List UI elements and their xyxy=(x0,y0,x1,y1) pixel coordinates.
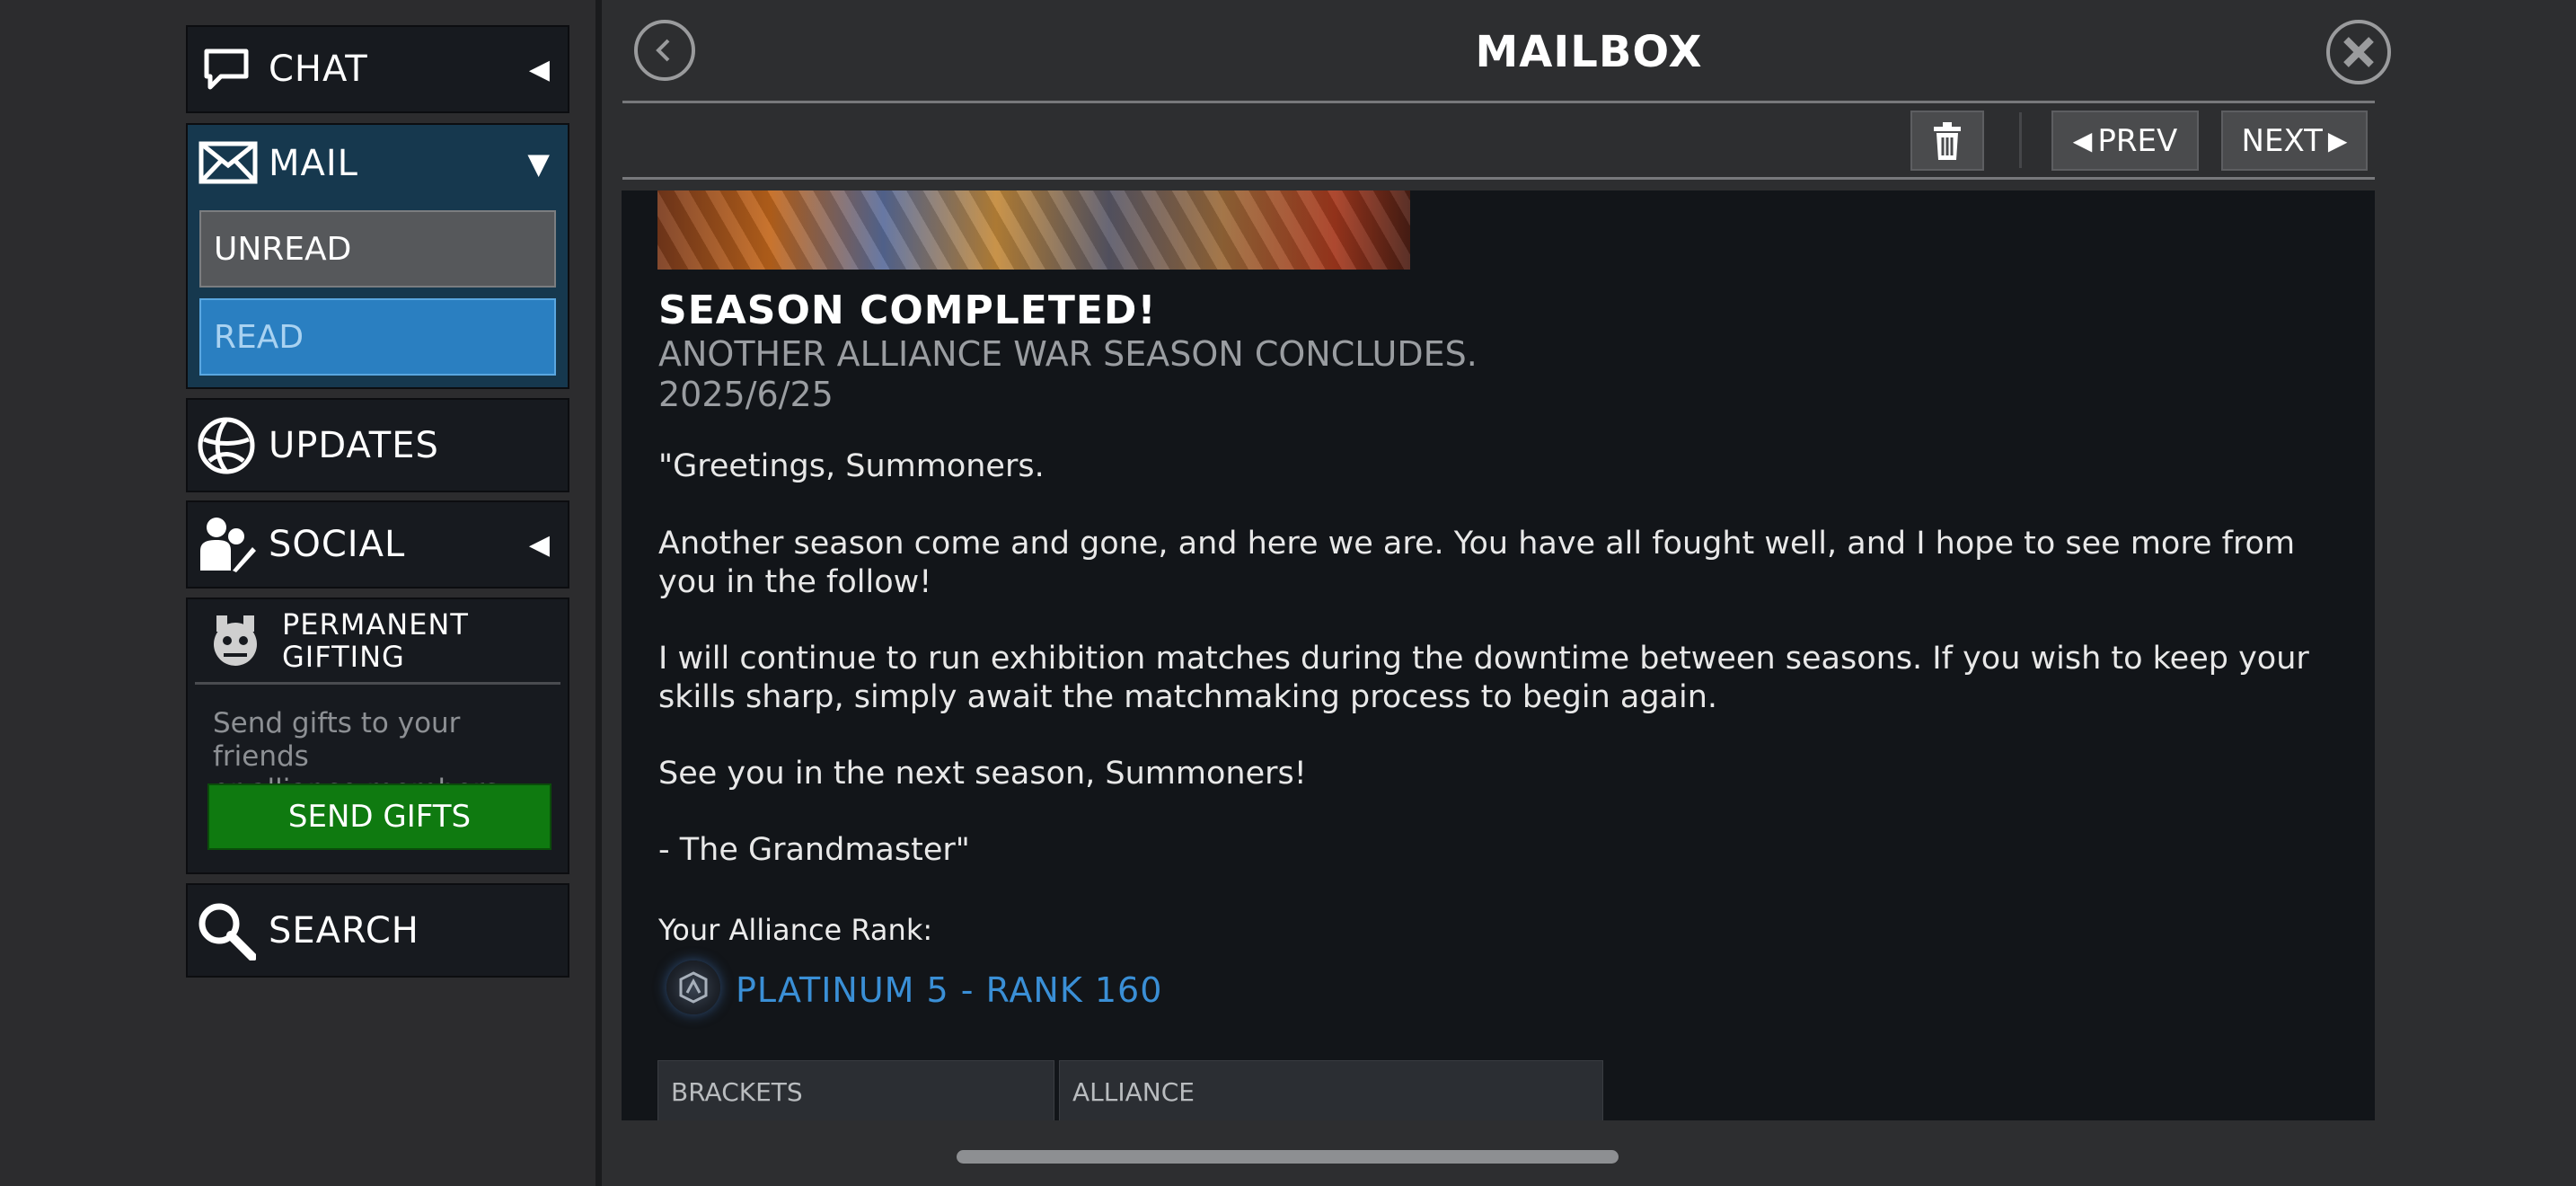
alliance-rank-value: PLATINUM 5 - RANK 160 xyxy=(736,970,1163,1010)
send-gifts-button[interactable]: SEND GIFTS xyxy=(207,783,551,850)
permanent-gifting-panel: PERMANENT GIFTING Send gifts to your fri… xyxy=(186,597,569,874)
message-paragraph: Another season come and gone, and here w… xyxy=(658,526,2296,600)
close-button[interactable] xyxy=(2326,20,2391,84)
sidebar-item-label: MAIL xyxy=(269,143,358,184)
gift-mascot-icon xyxy=(204,610,267,677)
panel-divider xyxy=(595,0,602,1186)
table-header-brackets: BRACKETS xyxy=(657,1060,1054,1120)
sidebar-item-social[interactable]: SOCIAL ◀ xyxy=(186,500,569,589)
sidebar-item-label: SEARCH xyxy=(269,909,419,951)
collapse-arrow-icon: ◀ xyxy=(528,528,550,561)
sidebar-item-label: CHAT xyxy=(269,49,368,90)
sidebar-item-label: SOCIAL xyxy=(269,524,406,565)
message-paragraph: See you in the next season, Summoners! xyxy=(658,756,1307,792)
social-users-icon xyxy=(197,515,258,574)
toolbar-divider xyxy=(622,177,2375,180)
chat-bubble-icon xyxy=(201,44,251,94)
delete-button[interactable] xyxy=(1910,111,1984,171)
message-subtitle: ANOTHER ALLIANCE WAR SEASON CONCLUDES. xyxy=(658,334,1478,374)
toolbar-separator xyxy=(2019,112,2022,168)
horizontal-scrollbar[interactable] xyxy=(957,1150,1619,1164)
globe-icon xyxy=(197,416,256,475)
next-label: NEXT xyxy=(2241,122,2323,159)
next-arrow-icon: ▶ xyxy=(2327,126,2348,155)
sidebar: CHAT ◀ MAIL ▼ UNREAD READ UPDATES SOCIAL… xyxy=(0,0,595,1186)
message-paragraph: I will continue to run exhibition matche… xyxy=(658,641,2309,715)
close-icon xyxy=(2343,37,2374,67)
sidebar-item-updates[interactable]: UPDATES xyxy=(186,398,569,492)
message-banner-image xyxy=(657,190,1410,270)
message-date: 2025/6/25 xyxy=(658,375,834,414)
expand-arrow-icon: ▼ xyxy=(527,146,550,181)
envelope-icon xyxy=(198,141,258,188)
sidebar-item-label: UPDATES xyxy=(269,424,439,466)
collapse-arrow-icon: ◀ xyxy=(528,53,550,85)
sidebar-item-search[interactable]: SEARCH xyxy=(186,883,569,978)
trash-icon xyxy=(1934,121,1961,160)
message-paragraph: - The Grandmaster" xyxy=(658,832,970,868)
search-icon xyxy=(197,901,256,960)
next-button[interactable]: NEXT ▶ xyxy=(2221,111,2368,171)
message-title: SEASON COMPLETED! xyxy=(658,288,1157,333)
sidebar-item-mail[interactable]: MAIL ▼ xyxy=(188,125,568,202)
sidebar-group-mail: MAIL ▼ UNREAD READ xyxy=(186,123,569,389)
table-header-alliance: ALLIANCE xyxy=(1059,1060,1603,1120)
mail-filter-read[interactable]: READ xyxy=(199,298,556,376)
sidebar-item-chat[interactable]: CHAT ◀ xyxy=(186,25,569,113)
prev-arrow-icon: ◀ xyxy=(2072,126,2093,155)
rank-badge-icon xyxy=(666,960,720,1014)
page-title: MAILBOX xyxy=(1475,27,1703,77)
alliance-rank-label: Your Alliance Rank: xyxy=(658,913,933,947)
header-divider xyxy=(622,101,2375,103)
divider xyxy=(195,682,560,685)
prev-label: PREV xyxy=(2097,122,2178,159)
mail-filter-unread[interactable]: UNREAD xyxy=(199,210,556,288)
message-body[interactable]: SEASON COMPLETED! ANOTHER ALLIANCE WAR S… xyxy=(622,190,2375,1120)
gifting-title: PERMANENT GIFTING xyxy=(282,607,469,674)
prev-button[interactable]: ◀ PREV xyxy=(2051,111,2199,171)
message-paragraph: "Greetings, Summoners. xyxy=(658,448,1045,484)
